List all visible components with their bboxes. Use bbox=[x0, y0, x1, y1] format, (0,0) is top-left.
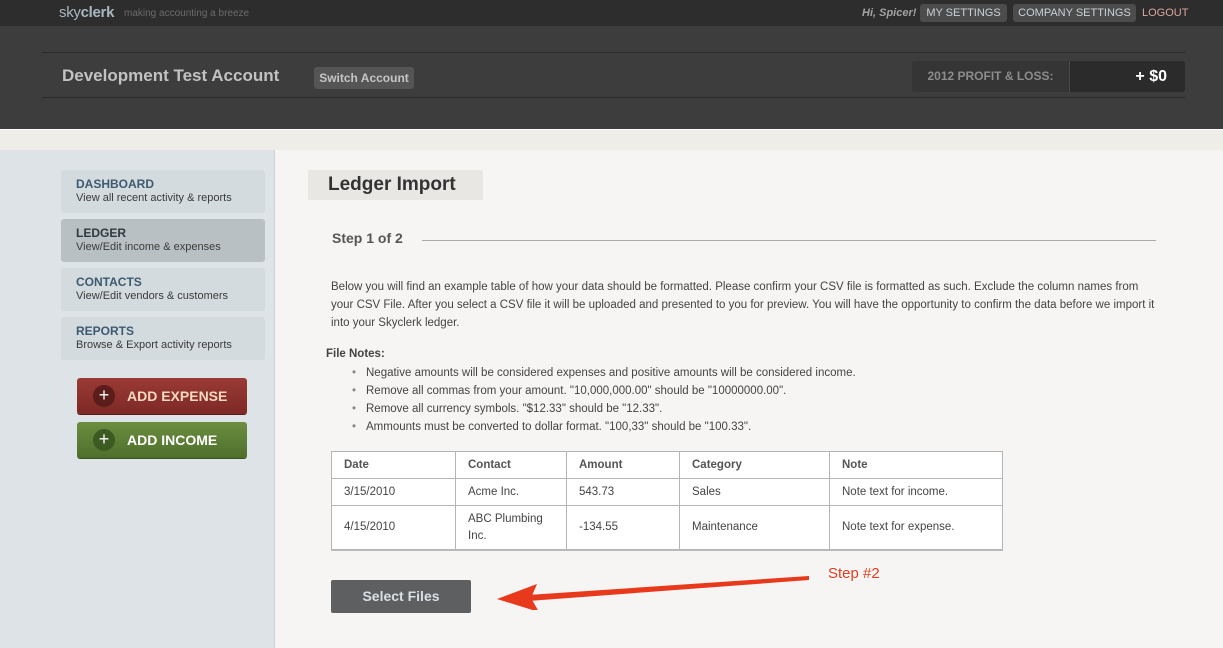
my-settings-button[interactable]: MY SETTINGS bbox=[920, 4, 1007, 22]
file-note: Ammounts must be converted to dollar for… bbox=[352, 418, 856, 436]
sidebar-item-contacts[interactable]: CONTACTS View/Edit vendors & customers bbox=[61, 268, 265, 311]
cell-category: Sales bbox=[679, 478, 830, 506]
account-header: Development Test Account Switch Account … bbox=[0, 26, 1223, 129]
annotation-arrow-icon bbox=[497, 576, 809, 610]
nav-title: LEDGER bbox=[76, 226, 127, 240]
nav-subtitle: View/Edit income & expenses bbox=[76, 241, 221, 253]
top-bar: skyclerk making accounting a breeze Hi, … bbox=[0, 0, 1223, 26]
user-greeting: Hi, Spicer! bbox=[862, 7, 917, 19]
logout-link[interactable]: LOGOUT bbox=[1142, 7, 1188, 19]
file-note: Remove all commas from your amount. "10,… bbox=[352, 382, 856, 400]
table-header-row: Date Contact Amount Category Note bbox=[331, 451, 1003, 479]
header-strip bbox=[0, 129, 1223, 150]
nav-title: CONTACTS bbox=[76, 275, 142, 289]
table-row: 4/15/2010 ABC Plumbing Inc. -134.55 Main… bbox=[331, 505, 1003, 550]
header-divider bbox=[42, 97, 1185, 98]
sidebar-item-ledger[interactable]: LEDGER View/Edit income & expenses bbox=[61, 219, 265, 262]
cell-contact: ABC Plumbing Inc. bbox=[455, 505, 567, 550]
profit-loss-box: 2012 PROFIT & LOSS: + $0 bbox=[912, 61, 1185, 92]
add-expense-button[interactable]: + ADD EXPENSE bbox=[77, 378, 247, 414]
plus-icon: + bbox=[93, 385, 115, 407]
company-settings-button[interactable]: COMPANY SETTINGS bbox=[1013, 4, 1136, 22]
arrow-shaft bbox=[513, 576, 809, 602]
cell-note: Note text for expense. bbox=[829, 505, 1003, 550]
add-income-button[interactable]: + ADD INCOME bbox=[77, 422, 247, 458]
main-content: Ledger Import Step 1 of 2 Below you will… bbox=[276, 150, 1223, 648]
switch-account-button[interactable]: Switch Account bbox=[314, 67, 414, 89]
step-indicator: Step 1 of 2 bbox=[332, 230, 403, 246]
file-note: Negative amounts will be considered expe… bbox=[352, 364, 856, 382]
column-header-note: Note bbox=[829, 451, 1003, 479]
logo[interactable]: skyclerk bbox=[59, 4, 114, 21]
file-notes-list: Negative amounts will be considered expe… bbox=[352, 364, 856, 436]
logo-light: sky bbox=[59, 4, 81, 21]
cell-amount: 543.73 bbox=[566, 478, 680, 506]
tagline: making accounting a breeze bbox=[124, 8, 250, 19]
sidebar-item-dashboard[interactable]: DASHBOARD View all recent activity & rep… bbox=[61, 170, 265, 213]
column-header-date: Date bbox=[331, 451, 456, 479]
nav-subtitle: Browse & Export activity reports bbox=[76, 339, 232, 351]
column-header-amount: Amount bbox=[566, 451, 680, 479]
file-note: Remove all currency symbols. "$12.33" sh… bbox=[352, 400, 856, 418]
sidebar-item-reports[interactable]: REPORTS Browse & Export activity reports bbox=[61, 317, 265, 360]
cell-category: Maintenance bbox=[679, 505, 830, 550]
sidebar: DASHBOARD View all recent activity & rep… bbox=[0, 150, 275, 648]
table-row: 3/15/2010 Acme Inc. 543.73 Sales Note te… bbox=[331, 478, 1003, 506]
cell-date: 4/15/2010 bbox=[331, 505, 456, 550]
nav-title: REPORTS bbox=[76, 324, 135, 338]
example-table: Date Contact Amount Category Note 3/15/2… bbox=[331, 451, 1003, 550]
nav-title: DASHBOARD bbox=[76, 177, 154, 191]
header-divider bbox=[42, 52, 1185, 53]
column-header-category: Category bbox=[679, 451, 830, 479]
logo-bold: clerk bbox=[80, 4, 115, 21]
profit-loss-label: 2012 PROFIT & LOSS: bbox=[927, 69, 1054, 83]
account-name: Development Test Account bbox=[62, 66, 280, 85]
cell-amount: -134.55 bbox=[566, 505, 680, 550]
column-header-contact: Contact bbox=[455, 451, 567, 479]
step-divider bbox=[422, 240, 1156, 241]
plus-icon: + bbox=[93, 429, 115, 451]
page-title: Ledger Import bbox=[308, 170, 483, 200]
annotation-label: Step #2 bbox=[828, 565, 880, 582]
nav-subtitle: View all recent activity & reports bbox=[76, 192, 232, 204]
add-income-label: ADD INCOME bbox=[127, 432, 218, 448]
nav-subtitle: View/Edit vendors & customers bbox=[76, 290, 229, 302]
profit-loss-value: + $0 bbox=[1069, 61, 1185, 92]
cell-date: 3/15/2010 bbox=[331, 478, 456, 506]
cell-contact: Acme Inc. bbox=[455, 478, 567, 506]
cell-note: Note text for income. bbox=[829, 478, 1003, 506]
file-notes-title: File Notes: bbox=[326, 348, 385, 360]
intro-text: Below you will find an example table of … bbox=[331, 281, 1155, 329]
select-files-button[interactable]: Select Files bbox=[331, 580, 471, 613]
add-expense-label: ADD EXPENSE bbox=[127, 388, 228, 404]
